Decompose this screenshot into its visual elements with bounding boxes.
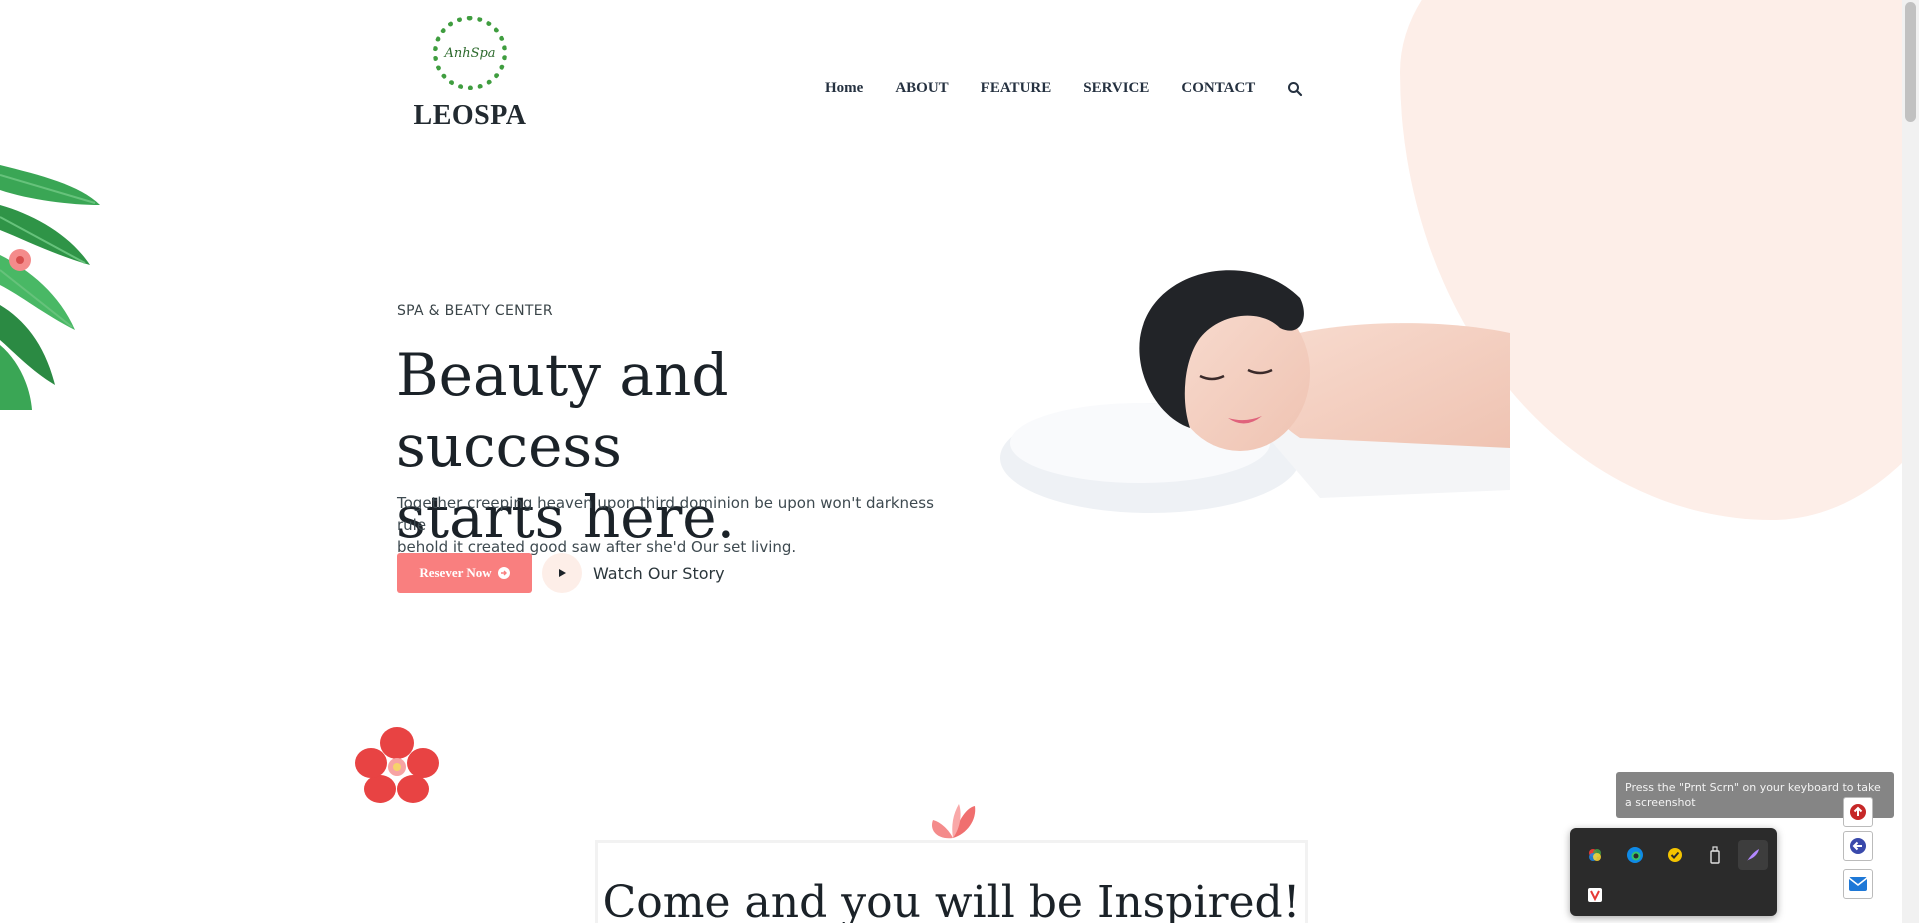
hibiscus-flower-decoration [355, 727, 439, 803]
inspire-title: Come and you will be Inspired! [602, 877, 1301, 923]
hero-description: Together creeping heaven upon third domi… [397, 492, 952, 558]
upload-button[interactable] [1843, 797, 1873, 827]
hero-spa-woman-image [1000, 270, 1510, 513]
nav-item-about[interactable]: ABOUT [895, 80, 948, 97]
palm-leaves-decoration [0, 165, 100, 410]
edge-app[interactable] [1620, 840, 1650, 870]
main-nav: Home ABOUT FEATURE SERVICE CONTACT [825, 80, 1303, 97]
back-button[interactable] [1843, 831, 1873, 861]
page-scrollbar[interactable] [1902, 0, 1919, 923]
v-logo-icon [1588, 888, 1602, 902]
nav-item-service[interactable]: SERVICE [1083, 80, 1149, 97]
system-tray-popup [1570, 828, 1777, 916]
play-icon [559, 569, 566, 577]
inspire-section: Come and you will be Inspired! [595, 840, 1308, 923]
color-picker-app[interactable] [1580, 840, 1610, 870]
screenshot-app[interactable] [1738, 840, 1768, 870]
logo-badge: AnhSpa [433, 16, 507, 90]
mail-icon [1848, 877, 1868, 891]
butterfly-icon [931, 804, 976, 839]
norton-app[interactable] [1660, 840, 1690, 870]
shield-check-icon [1668, 848, 1682, 862]
usb-drive-icon [1710, 846, 1720, 864]
feather-icon [1747, 849, 1759, 861]
reserve-now-button[interactable]: Resever Now [397, 553, 532, 593]
search-icon[interactable] [1287, 81, 1303, 97]
email-button[interactable] [1843, 869, 1873, 899]
hero-subtitle: SPA & BEATY CENTER [397, 303, 553, 319]
play-video-button[interactable] [542, 553, 582, 593]
arrow-left-circle-icon [1850, 838, 1866, 854]
upload-icon [1850, 804, 1866, 820]
scrollbar-thumb[interactable] [1905, 2, 1916, 122]
color-wheel-icon [1589, 849, 1601, 861]
hero-title-line-1: Beauty and success [396, 341, 729, 480]
edge-browser-icon [1627, 847, 1643, 863]
vivaldi-app[interactable] [1580, 880, 1610, 910]
page: AnhSpa LEOSPA Home ABOUT FEATURE SERVICE… [0, 0, 1919, 923]
nav-item-home[interactable]: Home [825, 80, 863, 97]
nav-item-feature[interactable]: FEATURE [981, 80, 1052, 97]
hero-description-line-1: Together creeping heaven upon third domi… [397, 494, 934, 534]
logo-badge-text: AnhSpa [444, 45, 496, 61]
reserve-now-label: Resever Now [419, 565, 492, 580]
site-logo[interactable]: AnhSpa LEOSPA [405, 16, 535, 132]
usb-device[interactable] [1700, 840, 1730, 870]
watch-our-story-link[interactable]: Watch Our Story [593, 564, 725, 583]
arrow-right-circle-icon [497, 567, 510, 579]
nav-item-contact[interactable]: CONTACT [1181, 80, 1255, 97]
brand-name: LEOSPA [413, 100, 527, 131]
